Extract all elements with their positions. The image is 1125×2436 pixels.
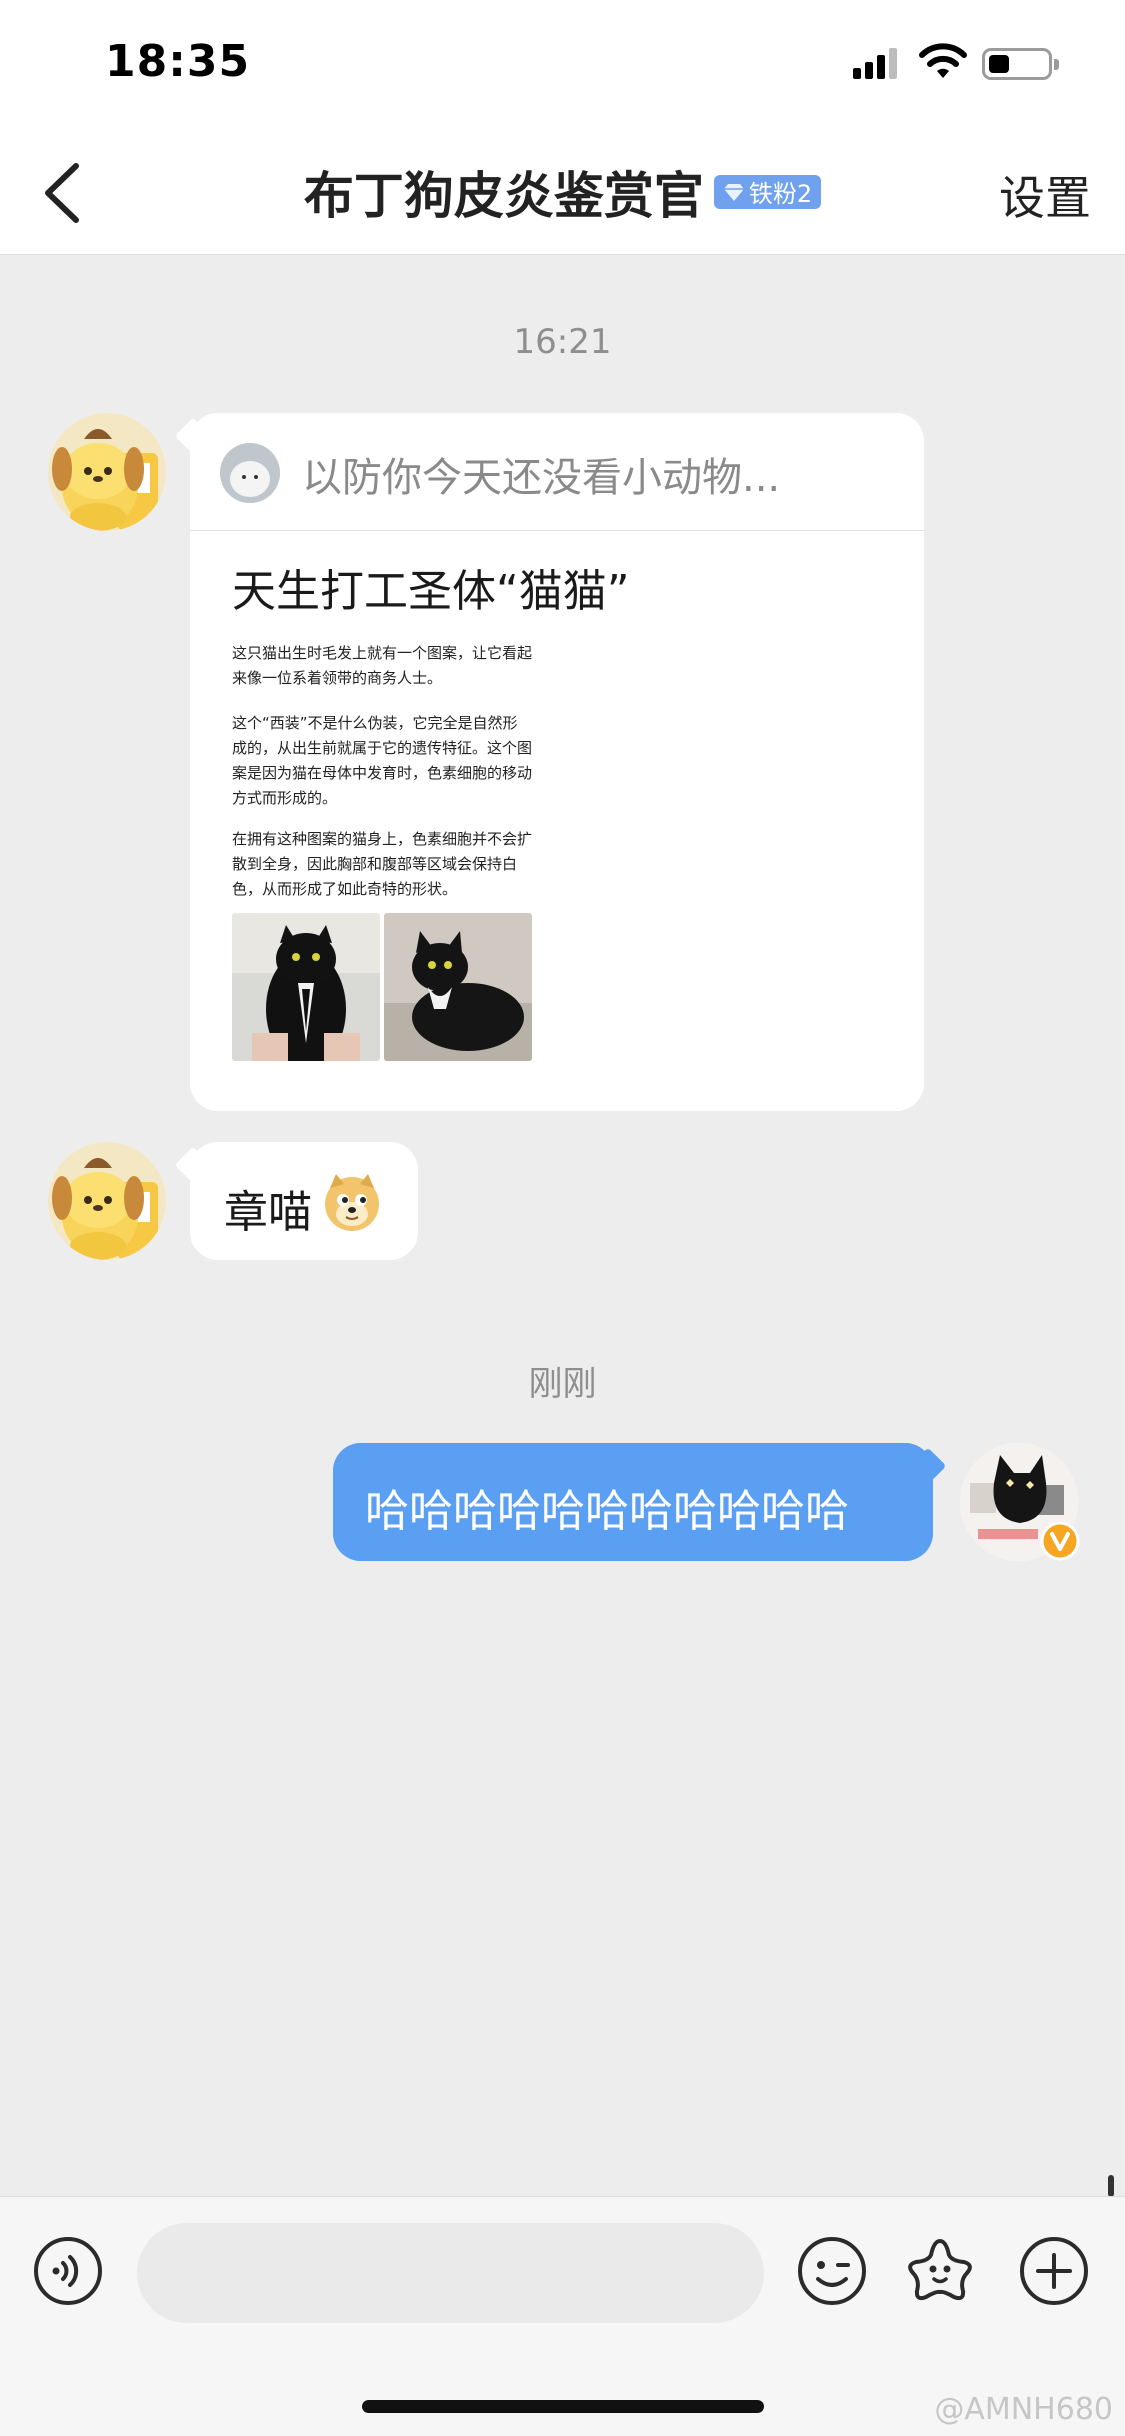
doge-emoji-icon bbox=[325, 1174, 379, 1231]
nav-title-group: 布丁狗皮炎鉴赏官 铁粉2 bbox=[0, 128, 1125, 255]
chat-timestamp: 16:21 bbox=[513, 322, 612, 362]
shared-card-title: 天生打工圣体“猫猫” bbox=[232, 566, 630, 617]
sticker-star-icon[interactable] bbox=[904, 2235, 976, 2307]
home-indicator[interactable] bbox=[362, 2400, 764, 2413]
source-avatar bbox=[220, 443, 280, 503]
scroll-indicator[interactable] bbox=[1108, 2175, 1114, 2197]
voice-input-icon[interactable] bbox=[32, 2235, 104, 2307]
nav-bar: 布丁狗皮炎鉴赏官 铁粉2 设置 bbox=[0, 128, 1125, 255]
pompompurin-avatar-image bbox=[48, 413, 166, 531]
shared-source-text: 以防你今天还没看小动物... bbox=[302, 455, 781, 501]
conversation-title[interactable]: 布丁狗皮炎鉴赏官 bbox=[304, 156, 704, 228]
chat-timestamp: 刚刚 bbox=[528, 1364, 597, 1404]
diamond-icon bbox=[723, 183, 744, 201]
settings-button[interactable]: 设置 bbox=[999, 162, 1091, 228]
cat-photo-right bbox=[384, 913, 532, 1061]
my-message-bubble[interactable]: 哈哈哈哈哈哈哈哈哈哈哈 bbox=[333, 1443, 947, 1561]
shared-card-header: 以防你今天还没看小动物... bbox=[190, 413, 924, 531]
fan-level-badge: 铁粉2 bbox=[713, 174, 822, 209]
avatar[interactable] bbox=[48, 1142, 166, 1260]
pompompurin-avatar-image bbox=[48, 1142, 166, 1260]
message-text: 章喵 bbox=[224, 1187, 312, 1238]
shared-post-card[interactable]: 以防你今天还没看小动物... 天生打工圣体“猫猫” 这只猫出生时毛发上就有一个图… bbox=[174, 413, 924, 1111]
verified-v-badge-icon bbox=[1040, 1521, 1080, 1561]
battery-icon bbox=[982, 48, 1059, 80]
preview-paragraph: 这个“西装”不是什么伪装，它完全是自然形成的，从出生前就属于它的遗传特征。这个图… bbox=[232, 714, 533, 807]
emoji-face-icon[interactable] bbox=[796, 2235, 868, 2307]
cat-photo-left bbox=[232, 913, 380, 1061]
my-avatar[interactable] bbox=[960, 1443, 1080, 1561]
fan-badge-label: 铁粉2 bbox=[748, 180, 813, 208]
plus-circle-icon[interactable] bbox=[1018, 2235, 1090, 2307]
status-time: 18:35 bbox=[105, 36, 251, 87]
message-text: 哈哈哈哈哈哈哈哈哈哈哈 bbox=[365, 1486, 849, 1537]
wifi-icon bbox=[919, 43, 967, 78]
preview-paragraph: 在拥有这种图案的猫身上，色素细胞并不会扩散到全身，因此胸部和腹部等区域会保持白色… bbox=[232, 830, 533, 898]
avatar[interactable] bbox=[48, 413, 166, 531]
cellular-signal-icon bbox=[853, 47, 897, 79]
status-bar: 18:35 bbox=[0, 0, 1125, 128]
message-bubble[interactable]: 章喵 bbox=[174, 1142, 418, 1260]
watermark: @AMNH680 bbox=[934, 2392, 1113, 2427]
shared-card-preview[interactable]: 这只猫出生时毛发上就有一个图案，让它看起来像一位系着领带的商务人士。 这个“西装… bbox=[230, 641, 542, 1081]
preview-paragraph: 这只猫出生时毛发上就有一个图案，让它看起来像一位系着领带的商务人士。 bbox=[232, 644, 533, 687]
message-input[interactable] bbox=[137, 2223, 764, 2323]
